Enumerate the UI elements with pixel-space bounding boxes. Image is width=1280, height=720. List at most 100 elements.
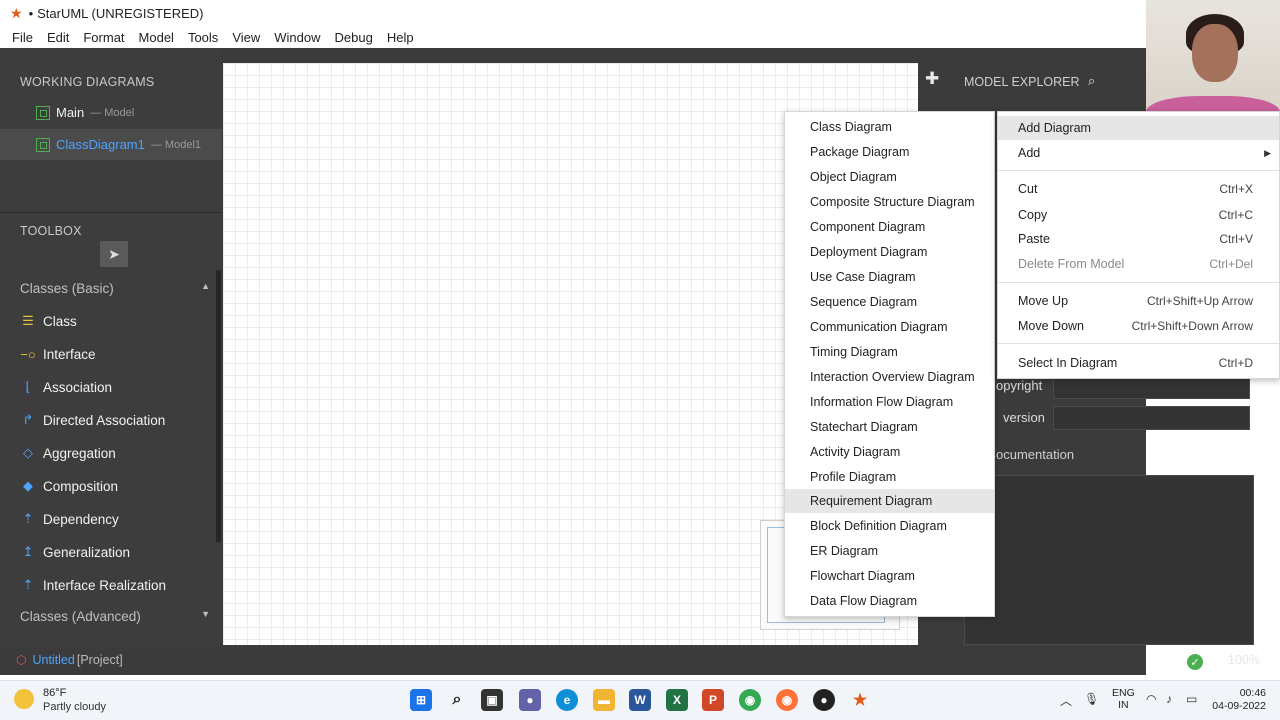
panel-divider — [0, 212, 222, 213]
check-icon: ✓ — [1187, 654, 1203, 670]
chrome-icon[interactable]: ◉ — [739, 689, 761, 711]
project-tag: [Project] — [76, 653, 123, 667]
puzzle-icon[interactable]: ✚ — [925, 69, 939, 89]
submenu-interaction-overview-diagram[interactable]: Interaction Overview Diagram — [785, 365, 994, 389]
cursor-icon[interactable]: ➤ — [100, 241, 128, 267]
system-clock[interactable]: 00:46 04-09-2022 — [1200, 687, 1266, 713]
excel-icon[interactable]: X — [666, 689, 688, 711]
working-diagram-model: — Model — [90, 106, 135, 119]
tool-class[interactable]: ☰ Class — [20, 310, 77, 332]
submenu-block-definition-diagram[interactable]: Block Definition Diagram — [785, 514, 994, 538]
tool-label: Aggregation — [43, 445, 116, 461]
collapse-down-icon: ▼ — [201, 609, 210, 619]
tool-composition[interactable]: ◆ Composition — [20, 475, 118, 497]
tray-chevron-up-icon[interactable]: ︿ — [1060, 692, 1072, 709]
composition-icon: ◆ — [23, 478, 33, 493]
submenu-requirement-diagram[interactable]: Requirement Diagram — [785, 489, 994, 513]
wifi-icon[interactable]: ◠ — [1146, 692, 1156, 706]
tool-aggregation[interactable]: ◇ Aggregation — [20, 442, 116, 464]
context-add[interactable]: Add ▶ — [998, 141, 1279, 165]
menu-help[interactable]: Help — [381, 30, 420, 45]
version-field[interactable] — [1053, 406, 1250, 430]
menu-debug[interactable]: Debug — [329, 30, 379, 45]
toolbox-title: TOOLBOX — [20, 224, 82, 238]
task-view-icon[interactable]: ▣ — [481, 689, 503, 711]
menu-format[interactable]: Format — [77, 30, 130, 45]
project-cube-icon: ⬡ — [16, 653, 27, 667]
menu-window[interactable]: Window — [268, 30, 326, 45]
tool-interface-realization[interactable]: ⇡ Interface Realization — [20, 574, 167, 596]
chat-icon[interactable]: ● — [519, 689, 541, 711]
submenu-activity-diagram[interactable]: Activity Diagram — [785, 440, 994, 464]
weather-sun-icon[interactable] — [14, 689, 34, 709]
windows-start-icon[interactable]: ⊞ — [410, 689, 432, 711]
toolbox-group-advanced[interactable]: Classes (Advanced) ▼ — [20, 609, 210, 624]
tool-dependency[interactable]: ⇡ Dependency — [20, 508, 119, 530]
working-diagrams-title: WORKING DIAGRAMS — [20, 75, 155, 89]
working-diagram-main[interactable]: Main — Model — [0, 97, 222, 128]
submenu-class-diagram[interactable]: Class Diagram — [785, 115, 994, 139]
word-icon[interactable]: W — [629, 689, 651, 711]
battery-icon[interactable]: ▭ — [1186, 692, 1197, 706]
tool-label: Class — [43, 313, 77, 329]
submenu-data-flow-diagram[interactable]: Data Flow Diagram — [785, 589, 994, 613]
context-move-down[interactable]: Move Down Ctrl+Shift+Down Arrow — [998, 314, 1279, 338]
context-copy[interactable]: Copy Ctrl+C — [998, 203, 1279, 227]
working-diagram-model: — Model1 — [150, 138, 202, 151]
submenu-er-diagram[interactable]: ER Diagram — [785, 539, 994, 563]
submenu-flowchart-diagram[interactable]: Flowchart Diagram — [785, 564, 994, 588]
app-icon[interactable]: ● — [813, 689, 835, 711]
working-diagram-classdiagram1[interactable]: ClassDiagram1 — Model1 — [0, 129, 222, 160]
edge-icon[interactable]: e — [556, 689, 578, 711]
dependency-icon: ⇡ — [22, 511, 34, 526]
volume-icon[interactable]: ♪ — [1166, 692, 1172, 706]
submenu-object-diagram[interactable]: Object Diagram — [785, 165, 994, 189]
menu-edit[interactable]: Edit — [41, 30, 75, 45]
toolbox-group-basic[interactable]: Classes (Basic) ▲ — [20, 281, 210, 296]
toolbox-scrollbar[interactable] — [216, 270, 221, 542]
tool-generalization[interactable]: ↥ Generalization — [20, 541, 131, 563]
weather-description[interactable]: Partly cloudy — [43, 701, 106, 713]
submenu-deployment-diagram[interactable]: Deployment Diagram — [785, 240, 994, 264]
file-explorer-icon[interactable]: ▬ — [593, 689, 615, 711]
firefox-icon[interactable]: ◉ — [776, 689, 798, 711]
powerpoint-icon[interactable]: P — [702, 689, 724, 711]
tool-association[interactable]: ⌊ Association — [20, 376, 112, 398]
language-indicator[interactable]: ENG IN — [1112, 687, 1135, 711]
weather-temperature[interactable]: 86°F — [43, 687, 66, 699]
context-add-diagram[interactable]: Add Diagram — [998, 116, 1279, 140]
submenu-component-diagram[interactable]: Component Diagram — [785, 215, 994, 239]
search-icon[interactable]: ⌕ — [446, 689, 468, 711]
context-move-up[interactable]: Move Up Ctrl+Shift+Up Arrow — [998, 289, 1279, 313]
zoom-level[interactable]: 100% — [1228, 653, 1260, 667]
context-cut[interactable]: Cut Ctrl+X — [998, 177, 1279, 201]
submenu-statechart-diagram[interactable]: Statechart Diagram — [785, 415, 994, 439]
submenu-communication-diagram[interactable]: Communication Diagram — [785, 315, 994, 339]
tool-interface[interactable]: −○ Interface — [20, 343, 95, 365]
submenu-composite-structure-diagram[interactable]: Composite Structure Diagram — [785, 190, 994, 214]
submenu-use-case-diagram[interactable]: Use Case Diagram — [785, 265, 994, 289]
context-select-in-diagram[interactable]: Select In Diagram Ctrl+D — [998, 351, 1279, 375]
context-delete-from-model[interactable]: Delete From Model Ctrl+Del — [998, 252, 1279, 276]
menu-view[interactable]: View — [226, 30, 266, 45]
tool-directed-association[interactable]: ↱ Directed Association — [20, 409, 166, 431]
submenu-timing-diagram[interactable]: Timing Diagram — [785, 340, 994, 364]
menu-separator — [998, 343, 1279, 344]
menu-tools[interactable]: Tools — [182, 30, 224, 45]
submenu-profile-diagram[interactable]: Profile Diagram — [785, 465, 994, 489]
submenu-package-diagram[interactable]: Package Diagram — [785, 140, 994, 164]
context-menu: Add Diagram Add ▶ Cut Ctrl+X Copy Ctrl+C… — [997, 111, 1280, 379]
documentation-field[interactable] — [964, 475, 1254, 645]
menu-label: Add Diagram — [1018, 121, 1091, 135]
submenu-sequence-diagram[interactable]: Sequence Diagram — [785, 290, 994, 314]
menu-model[interactable]: Model — [133, 30, 180, 45]
staruml-taskbar-icon[interactable]: ★ — [849, 689, 871, 711]
menu-file[interactable]: File — [6, 30, 39, 45]
status-project[interactable]: ⬡ Untitled [Project] — [16, 653, 123, 667]
microphone-icon[interactable]: 🎙 — [1084, 692, 1099, 706]
project-name: Untitled — [32, 653, 75, 667]
context-paste[interactable]: Paste Ctrl+V — [998, 227, 1279, 251]
webcam-person-face — [1192, 24, 1238, 82]
submenu-information-flow-diagram[interactable]: Information Flow Diagram — [785, 390, 994, 414]
search-icon[interactable]: ⌕ — [1088, 73, 1095, 89]
